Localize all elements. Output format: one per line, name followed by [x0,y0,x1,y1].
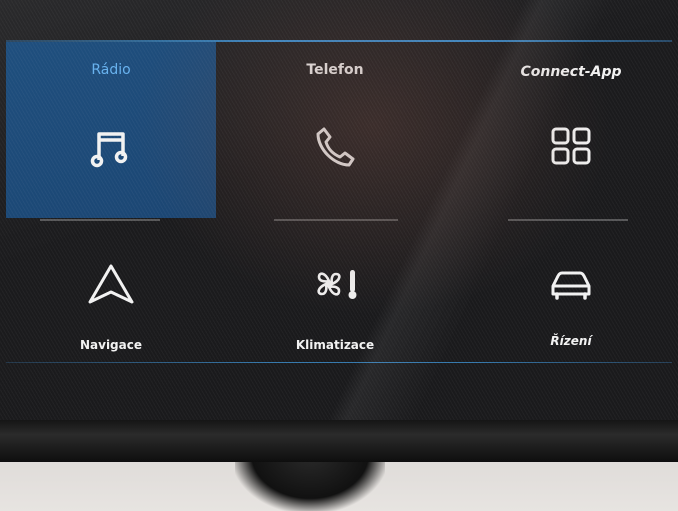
tile-climate-label: Klimatizace [295,338,375,352]
fan-thermometer-icon [317,270,357,299]
tile-radio-label: Rádio [91,62,131,78]
car-icon [551,271,591,300]
infotainment-screen: Rádio Telefon Connect-App Navigace Klima… [0,0,678,426]
phone-icon [316,127,355,167]
tile-phone[interactable]: Telefon [230,42,440,218]
tile-connect-app-label: Connect-App [520,64,622,80]
tile-climate[interactable]: Klimatizace [230,230,440,360]
tile-radio[interactable]: Rádio [6,42,216,218]
music-note-icon [90,132,128,168]
screen-bezel [0,420,678,462]
tile-driving[interactable]: Řízení [470,230,672,360]
apps-grid-icon [551,127,591,165]
navigation-arrow-icon [88,264,134,304]
tile-phone-label: Telefon [306,62,364,78]
phone-divider [274,219,398,221]
tile-navigation-label: Navigace [79,338,142,352]
bottom-accent-line [6,362,672,363]
connect-app-divider [508,219,628,221]
radio-divider [40,219,160,221]
tile-driving-label: Řízení [550,334,592,348]
tile-navigation[interactable]: Navigace [6,230,216,360]
tile-connect-app[interactable]: Connect-App [470,42,672,218]
